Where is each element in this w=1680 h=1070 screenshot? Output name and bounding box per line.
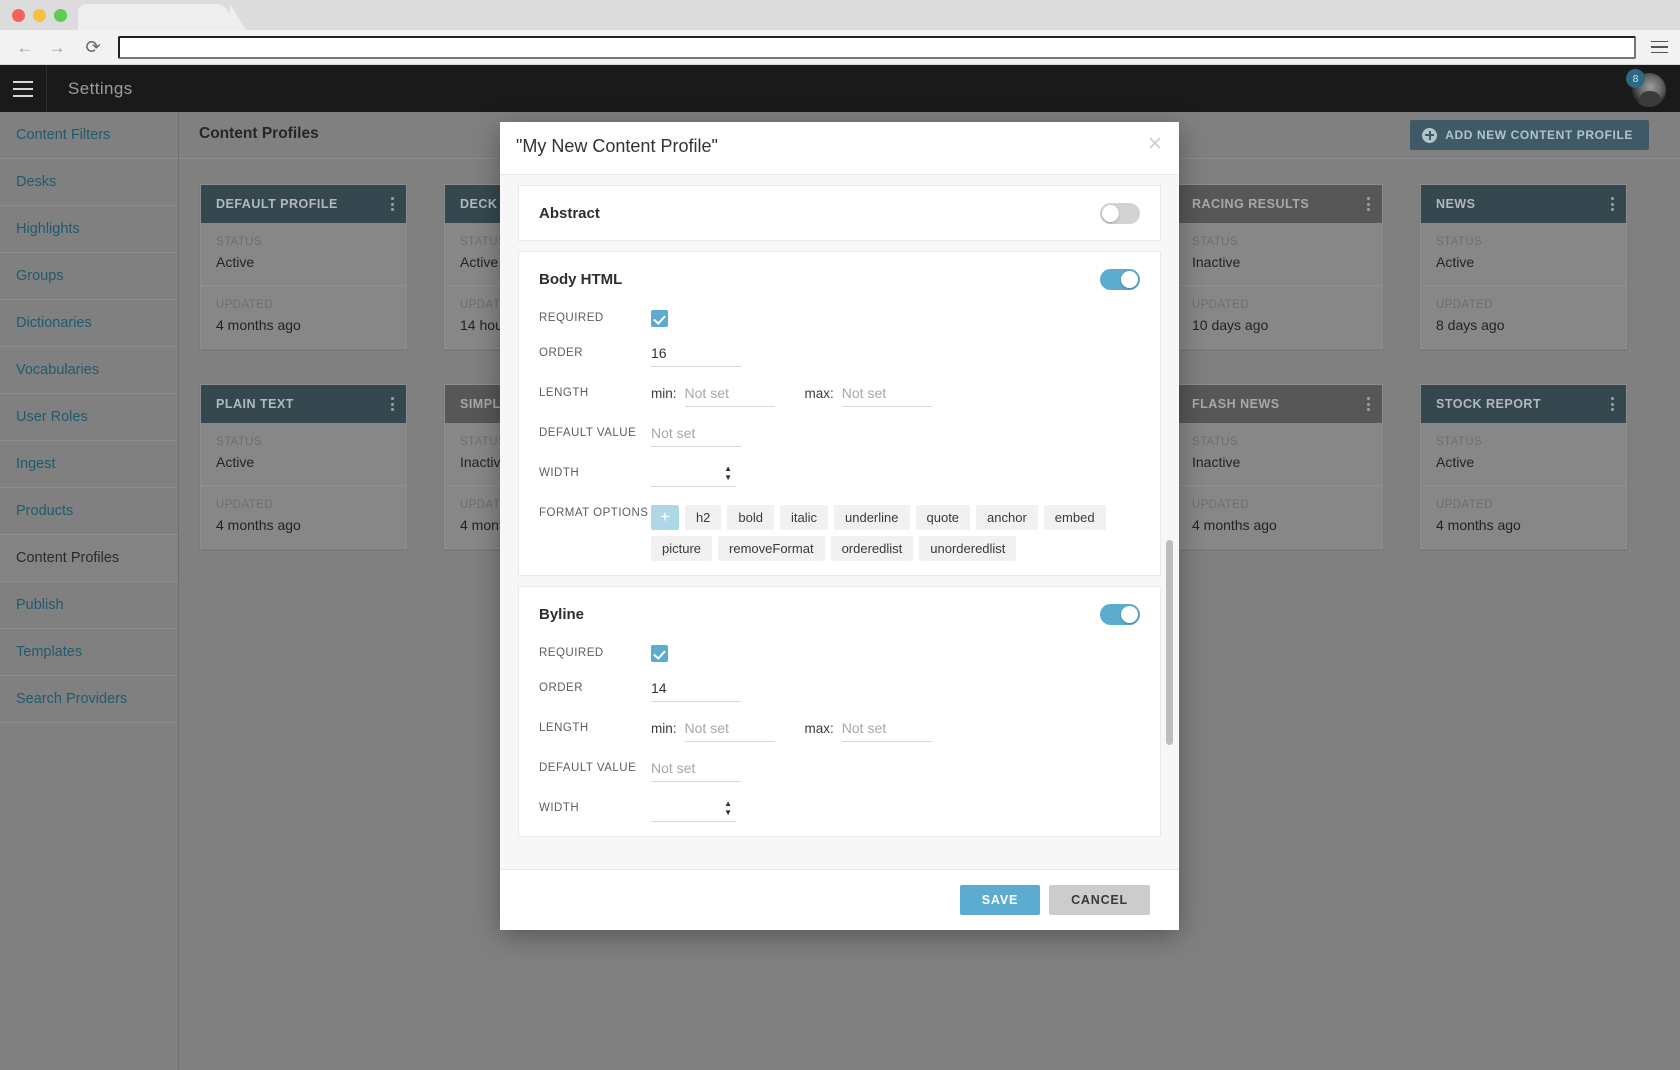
modal-scrollbar-thumb[interactable] [1166,540,1173,745]
browser-chrome: ← → ⟳ [0,0,1680,65]
order-input[interactable] [651,680,741,702]
enable-toggle[interactable] [1100,268,1140,290]
panel-header: Body HTML [539,266,1140,292]
panel-header: Abstract [539,200,1140,226]
default-value-label: DEFAULT VALUE [539,762,637,774]
required-checkbox[interactable] [651,310,668,327]
order-row: ORDER [539,680,1140,702]
close-icon[interactable]: ✕ [1145,135,1165,155]
format-option-chip[interactable]: bold [727,505,774,530]
field-panel: Byline REQUIRED ORDER LENGTH min: max: DEFAULT… [518,586,1161,837]
panel-title: Body HTML [539,270,623,288]
avatar[interactable]: 8 [1626,69,1666,107]
required-row: REQUIRED [539,645,1140,662]
format-option-chip[interactable]: orderedlist [830,536,914,561]
enable-toggle[interactable] [1100,202,1140,224]
width-row: WIDTH ▲ ▼ [539,465,1140,487]
spinner-icon: ▲ ▼ [724,799,732,817]
format-option-chip[interactable]: removeFormat [718,536,825,561]
width-row: WIDTH ▲ ▼ [539,800,1140,822]
format-option-chip[interactable]: embed [1043,505,1106,530]
browser-toolbar: ← → ⟳ [0,30,1680,65]
min-length-input[interactable] [684,720,775,742]
min-label: min: [651,386,677,401]
format-options-chips: + h2 bold italic underline quote anchor embed pi… [651,505,1121,561]
default-value-input[interactable] [651,425,741,447]
required-label: REQUIRED [539,647,604,659]
default-value-row: DEFAULT VALUE [539,425,1140,447]
panel-title: Byline [539,605,585,623]
format-options-row: FORMAT OPTIONS + h2 bold italic underline quot… [539,505,1140,561]
order-label: ORDER [539,347,584,359]
modal-header: "My New Content Profile" ✕ [500,122,1179,175]
format-option-chip[interactable]: h2 [684,505,722,530]
close-window-button[interactable] [12,9,25,22]
url-input[interactable] [118,35,1636,59]
format-options-label: FORMAT OPTIONS [539,507,649,519]
hamburger-icon[interactable] [0,65,47,112]
required-row: REQUIRED [539,310,1140,327]
max-label: max: [804,386,834,401]
forward-icon[interactable]: → [44,34,70,60]
max-label: max: [804,721,834,736]
modal-body: Abstract Body HTML REQUIRED ORDER LENGTH min:… [500,175,1179,869]
spinner-icon: ▲ ▼ [724,464,732,482]
cancel-button[interactable]: CANCEL [1049,885,1150,915]
panel-title: Abstract [539,204,600,222]
length-row: LENGTH min: max: [539,385,1140,407]
field-panel: Abstract [518,185,1161,241]
add-format-option-button[interactable]: + [651,505,679,530]
modal-scrollbar[interactable] [1166,175,1173,869]
max-length-input[interactable] [841,720,932,742]
required-checkbox[interactable] [651,645,668,662]
format-option-chip[interactable]: italic [779,505,828,530]
length-label: LENGTH [539,722,589,734]
default-value-row: DEFAULT VALUE [539,760,1140,782]
browser-tab[interactable] [78,4,246,30]
length-label: LENGTH [539,387,589,399]
save-button[interactable]: SAVE [959,885,1041,915]
app-header: Settings 8 [0,65,1680,112]
maximize-window-button[interactable] [54,9,67,22]
window-traffic-lights [12,9,67,22]
minimize-window-button[interactable] [33,9,46,22]
field-panel: Body HTML REQUIRED ORDER LENGTH min: max: DEFA… [518,251,1161,576]
format-option-chip[interactable]: anchor [976,505,1038,530]
order-row: ORDER [539,345,1140,367]
app-title: Settings [68,78,133,98]
browser-tabstrip [0,0,1680,30]
modal-title: "My New Content Profile" [516,136,718,156]
panel-header: Byline [539,601,1140,627]
min-length-input[interactable] [684,385,775,407]
format-option-chip[interactable]: underline [834,505,910,530]
length-row: LENGTH min: max: [539,720,1140,742]
enable-toggle[interactable] [1100,603,1140,625]
reload-icon[interactable]: ⟳ [80,34,106,60]
width-label: WIDTH [539,802,580,814]
order-label: ORDER [539,682,584,694]
default-value-input[interactable] [651,760,741,782]
default-value-label: DEFAULT VALUE [539,427,637,439]
content-profile-modal: "My New Content Profile" ✕ Abstract Body … [500,122,1179,930]
browser-menu-icon[interactable] [1642,30,1676,65]
required-label: REQUIRED [539,312,604,324]
avatar-badge: 8 [1626,69,1645,88]
modal-footer: SAVE CANCEL [500,869,1179,930]
min-label: min: [651,721,677,736]
order-input[interactable] [651,345,741,367]
format-option-chip[interactable]: unorderedlist [919,536,1017,561]
width-label: WIDTH [539,467,580,479]
format-option-chip[interactable]: quote [915,505,971,530]
max-length-input[interactable] [841,385,932,407]
back-icon[interactable]: ← [12,34,38,60]
format-option-chip[interactable]: picture [651,536,713,561]
